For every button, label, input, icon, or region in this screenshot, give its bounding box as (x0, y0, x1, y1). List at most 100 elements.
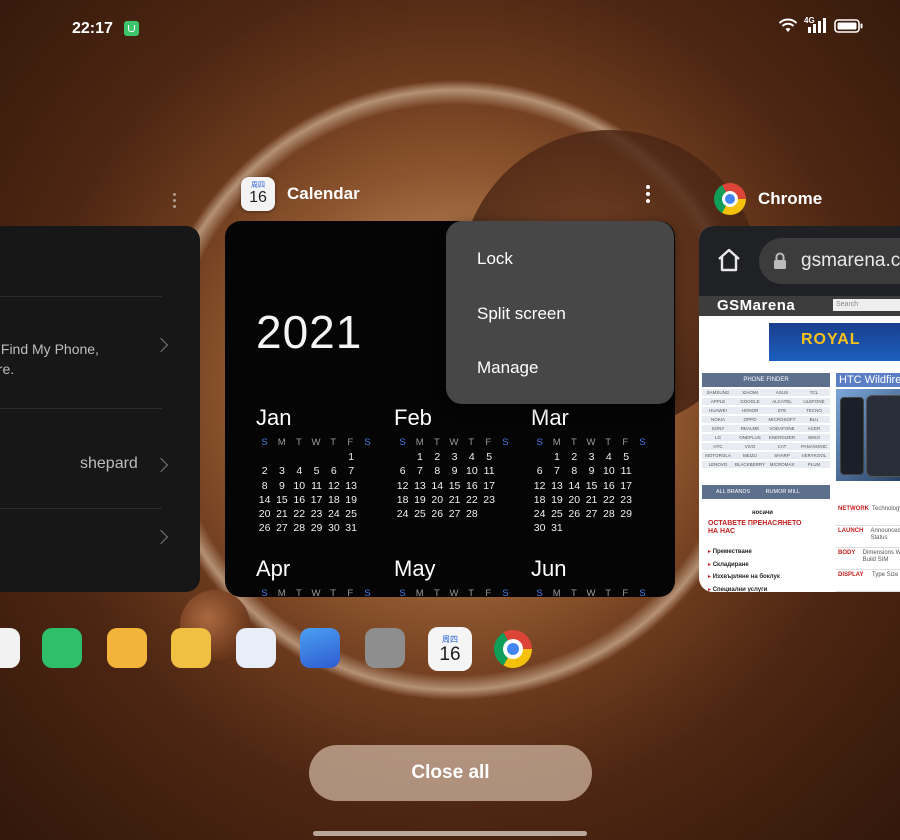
ad2-list-item: Специални услуги (708, 584, 780, 593)
brand-link: SHARP (766, 452, 798, 459)
phone-image (840, 397, 864, 475)
signal-icon: 4G (804, 16, 826, 34)
url-bar: gsmarena.c (759, 238, 900, 284)
calendar-day: 24 (327, 508, 340, 521)
menu-item-manage[interactable]: Manage (477, 358, 538, 378)
weekday-label: M (277, 588, 286, 597)
chrome-icon[interactable] (494, 630, 532, 668)
calendar-day: 11 (483, 465, 495, 478)
recent-app-card-chrome[interactable]: gsmarena.c GSMarena Search ROYAL PHONE F… (699, 226, 900, 592)
brand-grid: SAMSUNG XIAOMI ASUS TCL APPLE GOOGLE ALCATEL UL… (702, 389, 830, 468)
weekday-label: W (311, 437, 321, 448)
status-icons: 4G (778, 16, 864, 34)
brand-link: PLUM (798, 461, 830, 468)
weekday-label: T (433, 588, 440, 597)
calendar-day: 16 (465, 479, 478, 492)
calendar-day: 17 (310, 493, 323, 506)
weekday-label: S (536, 437, 543, 448)
month-name: May (394, 556, 436, 581)
phone-finder-header: PHONE FINDER (702, 373, 830, 387)
left-app-more-icon[interactable] (170, 190, 178, 210)
more-options-icon[interactable] (636, 180, 660, 208)
calendar-day: 5 (313, 465, 320, 478)
weekday-label: S (399, 588, 406, 597)
calendar-day: 28 (602, 508, 615, 521)
ad2-list-item: Изхвърляне на боклук (708, 571, 780, 584)
month-jan: Jan SMTWTFS 1 2 3 4 5 6 7 8 9 10 11 12 13 14 15 16 17 18 1… (256, 405, 376, 536)
menu-item-lock[interactable]: Lock (477, 249, 513, 269)
calendar-day: 24 (396, 508, 409, 521)
site-header: GSMarena Search (699, 296, 900, 316)
calendar-day: 31 (345, 522, 357, 535)
chrome-app-header[interactable]: Chrome (714, 183, 822, 215)
brand-link: LENOVO (702, 461, 734, 468)
calendar-day: 15 (585, 479, 598, 492)
weekday-row: SMTWTFS (531, 588, 651, 597)
calendar-day: 1 (348, 451, 355, 463)
photos-icon[interactable] (300, 628, 340, 668)
weekday-label: S (502, 437, 509, 448)
calendar-app-header[interactable]: 周四 16 Calendar (241, 177, 360, 211)
weekday-label: S (536, 588, 543, 597)
notification-icon (124, 21, 139, 36)
weekday-label: M (552, 437, 561, 448)
close-all-button[interactable]: Close all (309, 745, 592, 801)
phone-image (866, 395, 900, 477)
recent-app-card-left[interactable]: l, Find My Phone, ore. shepard (0, 226, 200, 592)
all-brands-label: ALL BRANDS (716, 489, 751, 495)
weekday-label: F (622, 437, 629, 448)
calendar-day: 13 (345, 479, 357, 492)
lock-icon (773, 252, 787, 275)
calendar-day: 7 (554, 465, 560, 478)
brand-link: VODAFONE (766, 425, 798, 432)
books-icon[interactable] (107, 628, 147, 668)
calendar-day: 10 (602, 465, 615, 478)
calendar-icon[interactable]: 周四 16 (428, 627, 472, 671)
app-options-menu: Lock Split screen Manage (446, 221, 674, 404)
home-indicator[interactable] (313, 831, 587, 836)
calendar-day: 29 (620, 508, 632, 521)
calendar-day: 22 (465, 493, 478, 506)
calendar-day: 30 (533, 522, 546, 535)
brand-link: MICROMAX (766, 461, 798, 468)
ad-banner: ROYAL (769, 323, 900, 361)
brand-link: SAMSUNG (702, 389, 734, 396)
brand-link: ALCATEL (766, 398, 798, 405)
calendar-day (256, 450, 273, 464)
calendar-day: 8 (261, 479, 268, 492)
calendar-day: 3 (279, 465, 285, 478)
weekday-row: SMTWTFS (531, 437, 651, 448)
brand-link: SONY (702, 425, 734, 432)
calendar-icon: 周四 16 (241, 177, 275, 211)
brand-link: PANASONIC (798, 443, 830, 450)
spec-row: NETWORK Technology (836, 504, 900, 526)
home-icon (716, 248, 742, 277)
calendar-day: 27 (448, 508, 461, 521)
settings-row-value: shepard (80, 455, 138, 472)
calendar-day: 5 (486, 451, 493, 463)
weekday-label: W (586, 588, 596, 597)
app-market-icon[interactable] (42, 628, 82, 668)
menu-item-split-screen[interactable]: Split screen (477, 304, 566, 324)
notes-icon[interactable] (171, 628, 211, 668)
settings-row-text: l, Find My Phone, ore. (0, 339, 99, 379)
month-feb: Feb SMTWTFS 1 2 3 4 5 6 7 8 9 10 11 12 13 14 15 16 17 18 1… (394, 405, 514, 521)
calendar-day: 22 (602, 493, 615, 506)
weekday-label: T (330, 437, 337, 448)
calendar-day: 2 (571, 451, 578, 463)
settings-icon[interactable] (365, 628, 405, 668)
spec-value: Announced Status (870, 528, 900, 541)
files-icon[interactable] (236, 628, 276, 668)
calendar-day: 29 (310, 522, 323, 535)
calendar-day: 26 (568, 508, 581, 521)
calendar-day: 12 (327, 479, 340, 492)
weekday-label: M (415, 437, 424, 448)
weekday-label: S (502, 588, 509, 597)
calendar-day (273, 450, 290, 464)
weekday-label: T (330, 588, 337, 597)
app-store-icon[interactable] (0, 628, 20, 668)
brand-link: OPPO (734, 416, 766, 423)
brand-link: ACER (798, 425, 830, 432)
calendar-day: 9 (588, 465, 595, 478)
calendar-day: 18 (327, 493, 340, 506)
